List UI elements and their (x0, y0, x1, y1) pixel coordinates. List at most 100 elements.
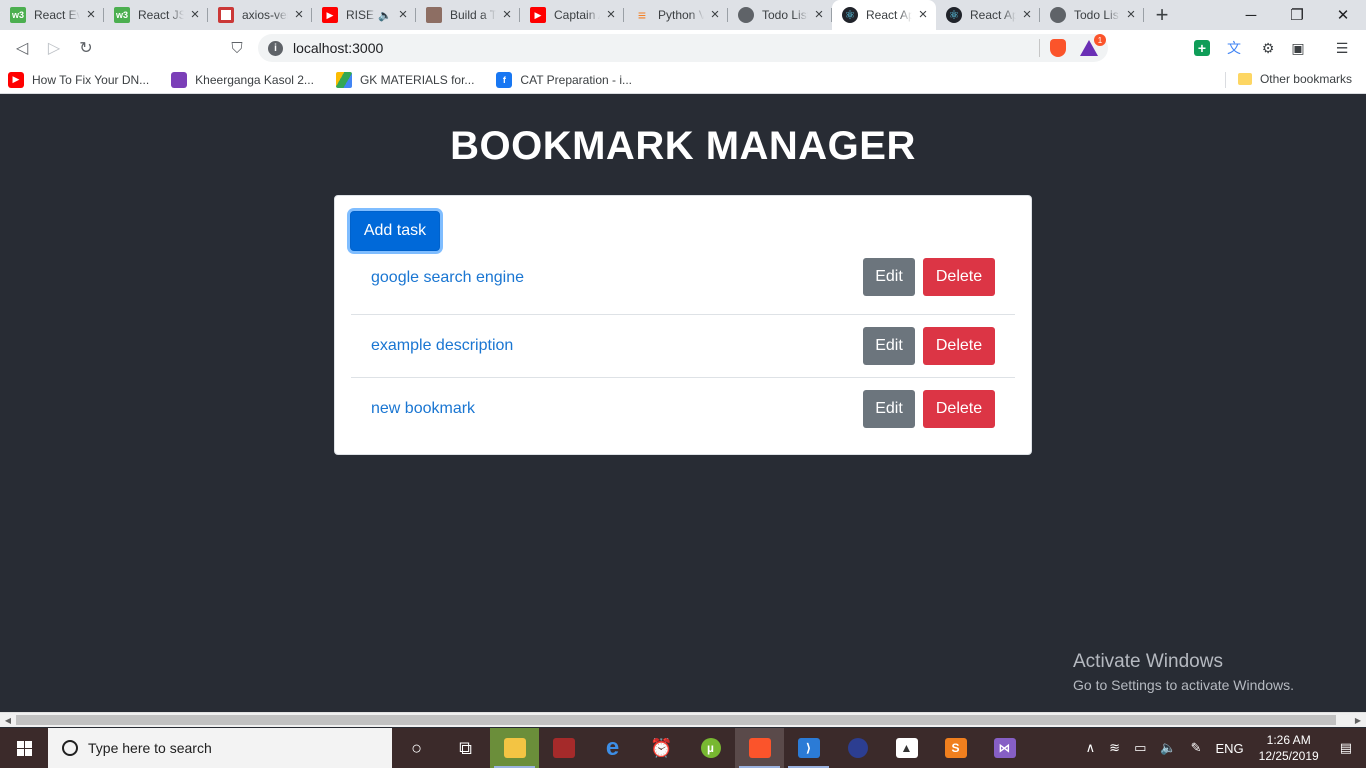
speaker-icon[interactable]: 🔈 (378, 9, 392, 22)
brave-shields-icon[interactable] (1050, 39, 1066, 57)
close-icon[interactable]: × (812, 7, 826, 22)
reload-icon[interactable]: ↻ (70, 32, 102, 64)
pen-icon[interactable]: ✎ (1191, 740, 1202, 756)
edit-button[interactable]: Edit (863, 258, 915, 296)
new-tab-button[interactable]: + (1144, 0, 1180, 30)
chevron-up-icon[interactable]: ∧ (1086, 740, 1096, 756)
minimize-icon[interactable]: ─ (1228, 0, 1274, 30)
tab-python[interactable]: ≡ Python V × (624, 0, 728, 30)
visual-studio-icon[interactable]: ⋈ (980, 728, 1029, 768)
utorrent-icon[interactable]: µ (686, 728, 735, 768)
tab-react-app-active[interactable]: ⚛ React Ap × (832, 0, 936, 30)
tab-axios[interactable]: axios-ver × (208, 0, 312, 30)
bookmark-link[interactable]: new bookmark (371, 400, 475, 418)
tab-todo-list-2[interactable]: Todo List × (1040, 0, 1144, 30)
tab-react-jsx[interactable]: w3 React JSX × (104, 0, 208, 30)
close-icon[interactable]: × (396, 7, 410, 22)
extension-plus-icon[interactable]: + (1194, 40, 1210, 56)
brave-rewards-icon[interactable]: 1 (1080, 34, 1106, 56)
cast-icon[interactable]: ▣ (1288, 38, 1308, 58)
bookmark-label: How To Fix Your DN... (32, 72, 150, 87)
tab-rise[interactable]: ▶ RISE 🔈 × (312, 0, 416, 30)
edit-button[interactable]: Edit (863, 390, 915, 428)
close-icon[interactable]: × (500, 7, 514, 22)
edge-icon[interactable]: e (588, 728, 637, 768)
brave-browser-icon[interactable] (735, 728, 784, 768)
tab-react-app[interactable]: ⚛ React Ap × (936, 0, 1040, 30)
search-icon (62, 740, 78, 756)
translate-icon[interactable]: 文 (1224, 38, 1244, 58)
close-icon[interactable]: × (1124, 7, 1138, 22)
notifications-icon[interactable]: ▤ (1340, 740, 1352, 756)
tab-build-todo[interactable]: Build a To × (416, 0, 520, 30)
delete-button[interactable]: Delete (923, 327, 995, 365)
language-indicator[interactable]: ENG (1215, 741, 1243, 756)
bookmark-link[interactable]: example description (371, 337, 513, 355)
wifi-icon[interactable]: ≋ (1109, 740, 1120, 756)
bookmark-item[interactable]: f CAT Preparation - i... (496, 71, 632, 88)
close-icon[interactable]: × (84, 7, 98, 22)
other-bookmarks[interactable]: Other bookmarks (1237, 72, 1352, 86)
bookmark-label: GK MATERIALS for... (359, 72, 475, 87)
restore-icon[interactable]: ❐ (1274, 0, 1320, 30)
close-icon[interactable]: × (1020, 7, 1034, 22)
menu-icon[interactable]: ☰ (1332, 38, 1352, 58)
tab-todo-list[interactable]: Todo List × (728, 0, 832, 30)
w3schools-icon: w3 (10, 7, 26, 23)
url-text[interactable]: localhost:3000 (293, 40, 1029, 56)
sublime-text-icon[interactable]: S (931, 728, 980, 768)
back-icon[interactable]: ◁ (6, 32, 38, 64)
delete-button[interactable]: Delete (923, 390, 995, 428)
list-item: new bookmark Edit Delete (351, 377, 1015, 440)
task-view-icon[interactable]: ⧉ (441, 728, 490, 768)
scrollbar-thumb[interactable] (16, 715, 1336, 725)
horizontal-scrollbar[interactable]: ◀ ▶ (0, 712, 1366, 727)
edit-button[interactable]: Edit (863, 327, 915, 365)
bookmarks-divider (1225, 72, 1226, 88)
game-app-icon[interactable] (539, 728, 588, 768)
bookmark-link[interactable]: google search engine (371, 269, 524, 287)
scroll-right-icon[interactable]: ▶ (1350, 713, 1366, 727)
scroll-left-icon[interactable]: ◀ (0, 713, 16, 727)
robot-icon (426, 7, 442, 23)
file-explorer-icon[interactable] (490, 728, 539, 768)
bookmark-item[interactable]: Kheerganga Kasol 2... (171, 71, 314, 88)
stackoverflow-icon: ≡ (637, 7, 647, 23)
tab-react-events[interactable]: w3 React Eve × (0, 0, 104, 30)
close-window-icon[interactable]: ✕ (1320, 0, 1366, 30)
close-icon[interactable]: × (916, 7, 930, 22)
forward-icon[interactable]: ▷ (38, 32, 70, 64)
tab-title: Build a To (450, 8, 496, 22)
add-task-button[interactable]: Add task (350, 211, 440, 251)
bookmark-icon[interactable]: ⛉ (228, 38, 246, 58)
cortana-icon[interactable]: ○ (392, 728, 441, 768)
delete-button[interactable]: Delete (923, 258, 995, 296)
battery-icon[interactable]: ▭ (1134, 740, 1146, 756)
close-icon[interactable]: × (188, 7, 202, 22)
address-bar[interactable]: i localhost:3000 1 (258, 34, 1108, 62)
volume-icon[interactable]: 🔈 (1160, 740, 1176, 756)
bookmark-item[interactable]: ▶ How To Fix Your DN... (8, 71, 150, 88)
watermark-subtitle: Go to Settings to activate Windows. (1073, 677, 1294, 693)
bookmark-item[interactable]: GK MATERIALS for... (335, 71, 475, 88)
alarm-clock-icon[interactable]: ⏰ (637, 728, 686, 768)
vscode-icon[interactable]: ⟩ (784, 728, 833, 768)
tab-strip: w3 React Eve × w3 React JSX × axios-ver … (0, 0, 1366, 30)
photos-icon[interactable]: ▲ (882, 728, 931, 768)
globe-icon (1050, 7, 1066, 23)
eclipse-icon[interactable] (833, 728, 882, 768)
info-icon[interactable]: i (268, 40, 283, 56)
extension-icon[interactable]: ⚙ (1258, 38, 1278, 58)
start-button[interactable] (0, 728, 48, 768)
taskbar-search[interactable]: Type here to search (48, 728, 392, 768)
close-icon[interactable]: × (604, 7, 618, 22)
activate-windows-watermark: Activate Windows Go to Settings to activ… (1073, 651, 1294, 693)
clock[interactable]: 1:26 AM 12/25/2019 (1259, 732, 1319, 764)
bookmark-label: Kheerganga Kasol 2... (195, 72, 314, 87)
react-icon: ⚛ (842, 7, 858, 23)
windows-logo-icon (16, 740, 32, 756)
close-icon[interactable]: × (708, 7, 722, 22)
close-icon[interactable]: × (292, 7, 306, 22)
bookmark-list: google search engine Edit Delete example… (351, 251, 1015, 440)
tab-captain[interactable]: ▶ Captain A × (520, 0, 624, 30)
